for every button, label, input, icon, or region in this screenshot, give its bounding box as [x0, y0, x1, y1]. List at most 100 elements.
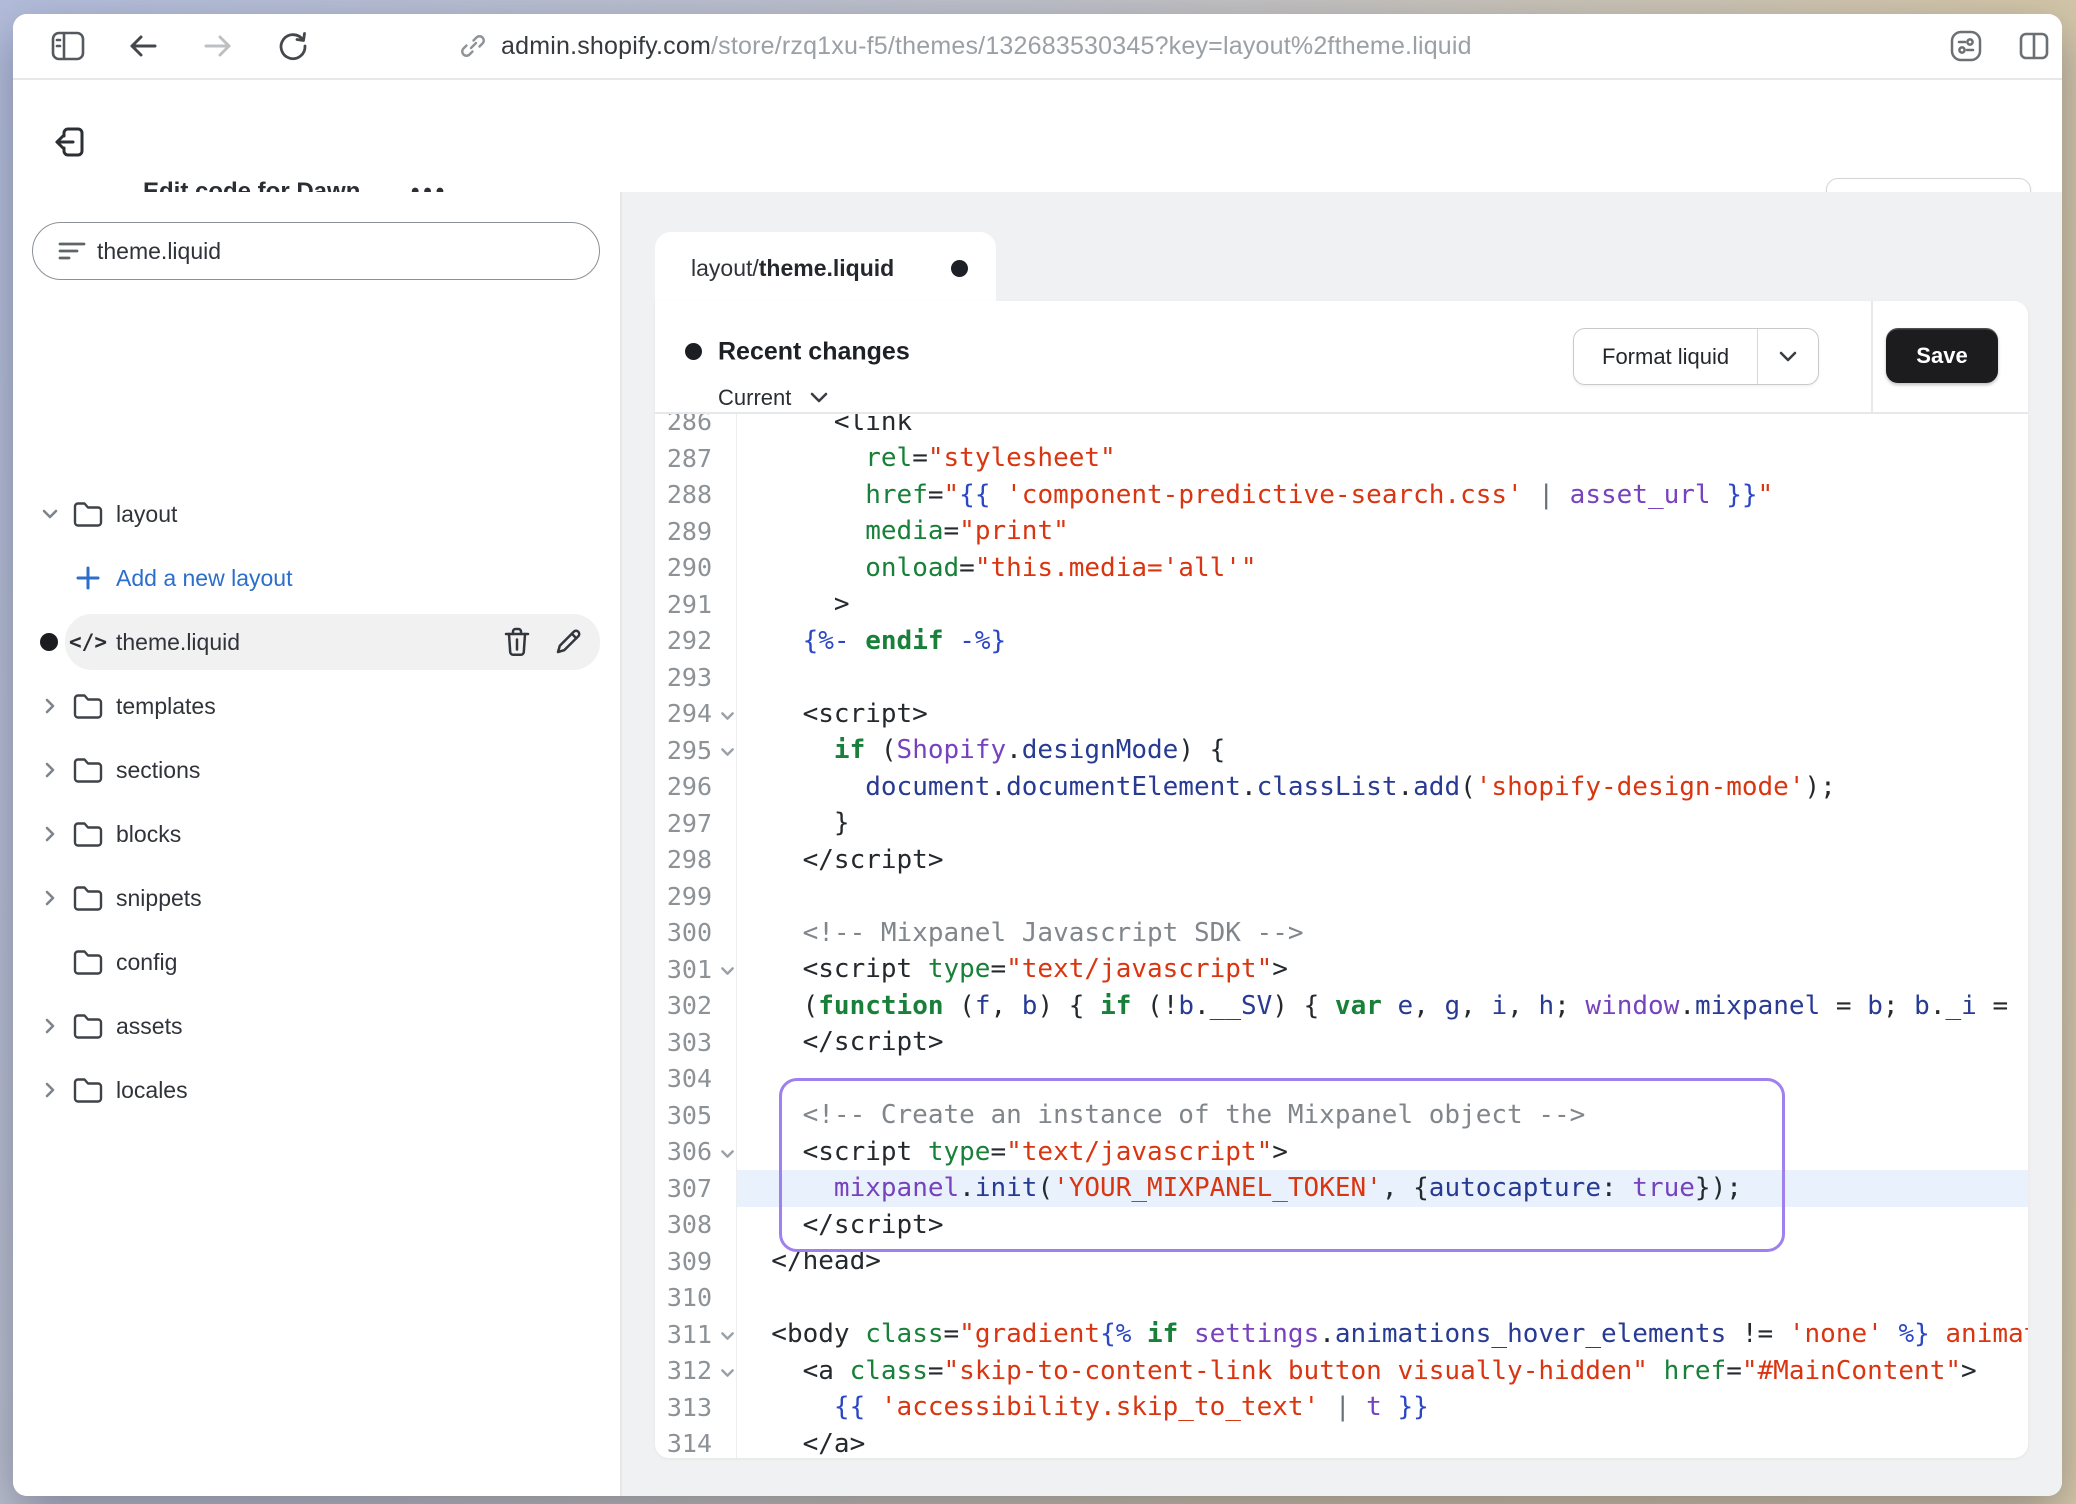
code-line-text[interactable]: <!-- Mixpanel Javascript SDK --> — [737, 915, 2028, 952]
code-line-288[interactable]: 288 href="{{ 'component-predictive-searc… — [655, 477, 2028, 514]
code-line-text[interactable]: <!-- Create an instance of the Mixpanel … — [737, 1097, 2028, 1134]
sidebar-item-theme-liquid[interactable]: </>theme.liquid — [13, 610, 620, 674]
code-line-text[interactable]: (function (f, b) { if (!b.__SV) { var e,… — [737, 988, 2028, 1025]
line-number[interactable]: 292 — [655, 623, 737, 660]
trash-button[interactable] — [502, 626, 532, 658]
code-line-308[interactable]: 308 </script> — [655, 1207, 2028, 1244]
sidebar-item-assets[interactable]: assets — [13, 994, 620, 1058]
code-line-302[interactable]: 302 (function (f, b) { if (!b.__SV) { va… — [655, 988, 2028, 1025]
chevron-right-icon[interactable] — [39, 695, 61, 717]
line-number[interactable]: 312 — [655, 1353, 737, 1390]
code-line-text[interactable]: } — [737, 805, 2028, 842]
code-line-293[interactable]: 293 — [655, 659, 2028, 696]
line-number[interactable]: 288 — [655, 477, 737, 514]
line-number[interactable]: 300 — [655, 915, 737, 952]
code-line-text[interactable]: </head> — [737, 1243, 2028, 1280]
code-line-text[interactable]: <body class="gradient{% if settings.anim… — [737, 1316, 2028, 1353]
code-line-290[interactable]: 290 onload="this.media='all'" — [655, 550, 2028, 587]
line-number[interactable]: 298 — [655, 842, 737, 879]
line-number[interactable]: 294 — [655, 696, 737, 733]
sidebar-toggle-icon[interactable] — [40, 14, 96, 78]
code-line-306[interactable]: 306 <script type="text/javascript"> — [655, 1134, 2028, 1171]
code-line-text[interactable]: {%- endif -%} — [737, 623, 2028, 660]
code-line-296[interactable]: 296 document.documentElement.classList.a… — [655, 769, 2028, 806]
line-number[interactable]: 287 — [655, 440, 737, 477]
code-line-text[interactable]: </script> — [737, 1024, 2028, 1061]
version-selector[interactable]: Current — [718, 385, 829, 411]
code-line-text[interactable] — [737, 1280, 2028, 1317]
code-line-text[interactable]: </a> — [737, 1426, 2028, 1459]
code-line-313[interactable]: 313 {{ 'accessibility.skip_to_text' | t … — [655, 1389, 2028, 1426]
fold-chevron-icon[interactable] — [718, 1363, 737, 1382]
code-line-298[interactable]: 298 </script> — [655, 842, 2028, 879]
sidebar-item-blocks[interactable]: blocks — [13, 802, 620, 866]
code-line-text[interactable]: > — [737, 586, 2028, 623]
line-number[interactable]: 299 — [655, 878, 737, 915]
tab-theme-liquid[interactable]: layout/theme.liquid — [655, 232, 996, 304]
line-number[interactable]: 293 — [655, 659, 737, 696]
fold-chevron-icon[interactable] — [718, 743, 737, 762]
sidebar-item-locales[interactable]: locales — [13, 1058, 620, 1122]
code-line-301[interactable]: 301 <script type="text/javascript"> — [655, 951, 2028, 988]
line-number[interactable]: 304 — [655, 1061, 737, 1098]
sidebar-item-config[interactable]: config — [13, 930, 620, 994]
sidebar-item-snippets[interactable]: snippets — [13, 866, 620, 930]
line-number[interactable]: 313 — [655, 1389, 737, 1426]
line-number[interactable]: 296 — [655, 769, 737, 806]
code-line-297[interactable]: 297 } — [655, 805, 2028, 842]
trash-icon[interactable] — [502, 626, 532, 658]
code-line-286[interactable]: 286 <link — [655, 414, 2028, 440]
line-number[interactable]: 303 — [655, 1024, 737, 1061]
split-view-icon[interactable] — [2006, 14, 2062, 78]
code-line-310[interactable]: 310 — [655, 1280, 2028, 1317]
sidebar-item-layout[interactable]: layout — [13, 482, 620, 546]
line-number[interactable]: 307 — [655, 1170, 737, 1207]
line-number[interactable]: 305 — [655, 1097, 737, 1134]
fold-chevron-icon[interactable] — [718, 962, 737, 981]
code-line-287[interactable]: 287 rel="stylesheet" — [655, 440, 2028, 477]
code-line-307[interactable]: 307 mixpanel.init('YOUR_MIXPANEL_TOKEN',… — [655, 1170, 2028, 1207]
code-line-300[interactable]: 300 <!-- Mixpanel Javascript SDK --> — [655, 915, 2028, 952]
code-line-305[interactable]: 305 <!-- Create an instance of the Mixpa… — [655, 1097, 2028, 1134]
line-number[interactable]: 286 — [655, 414, 737, 440]
code-line-text[interactable] — [737, 659, 2028, 696]
code-line-292[interactable]: 292 {%- endif -%} — [655, 623, 2028, 660]
fold-chevron-icon[interactable] — [718, 1327, 737, 1346]
line-number[interactable]: 302 — [655, 988, 737, 1025]
line-number[interactable]: 290 — [655, 550, 737, 587]
forward-icon[interactable] — [190, 14, 246, 78]
code-line-303[interactable]: 303 </script> — [655, 1024, 2028, 1061]
fold-chevron-icon[interactable] — [718, 706, 737, 725]
sidebar-item-sections[interactable]: sections — [13, 738, 620, 802]
code-line-text[interactable] — [737, 1061, 2028, 1098]
code-line-311[interactable]: 311 <body class="gradient{% if settings.… — [655, 1316, 2028, 1353]
code-line-text[interactable]: mixpanel.init('YOUR_MIXPANEL_TOKEN', {au… — [737, 1170, 2028, 1207]
chevron-down-icon[interactable] — [39, 503, 61, 525]
code-line-289[interactable]: 289 media="print" — [655, 513, 2028, 550]
line-number[interactable]: 295 — [655, 732, 737, 769]
format-options-chevron[interactable] — [1757, 329, 1818, 384]
code-line-text[interactable]: <link — [737, 414, 2028, 440]
chevron-right-icon[interactable] — [39, 823, 61, 845]
code-line-text[interactable]: media="print" — [737, 513, 2028, 550]
code-line-309[interactable]: 309 </head> — [655, 1243, 2028, 1280]
line-number[interactable]: 309 — [655, 1243, 737, 1280]
code-line-299[interactable]: 299 — [655, 878, 2028, 915]
line-number[interactable]: 289 — [655, 513, 737, 550]
code-line-text[interactable]: if (Shopify.designMode) { — [737, 732, 2028, 769]
line-number[interactable]: 311 — [655, 1316, 737, 1353]
reload-icon[interactable] — [265, 14, 321, 78]
extensions-icon[interactable] — [1938, 14, 1994, 78]
url-bar[interactable]: admin.shopify.com/store/rzq1xu-f5/themes… — [459, 14, 1472, 78]
code-line-text[interactable]: <script> — [737, 696, 2028, 733]
fold-chevron-icon[interactable] — [718, 1144, 737, 1163]
code-line-304[interactable]: 304 — [655, 1061, 2028, 1098]
code-line-294[interactable]: 294 <script> — [655, 696, 2028, 733]
line-number[interactable]: 297 — [655, 805, 737, 842]
code-line-text[interactable]: document.documentElement.classList.add('… — [737, 769, 2028, 806]
code-line-text[interactable]: href="{{ 'component-predictive-search.cs… — [737, 477, 2028, 514]
pencil-icon[interactable] — [554, 626, 584, 656]
code-line-text[interactable]: onload="this.media='all'" — [737, 550, 2028, 587]
code-line-text[interactable]: rel="stylesheet" — [737, 440, 2028, 477]
exit-editor-icon[interactable] — [51, 124, 87, 160]
